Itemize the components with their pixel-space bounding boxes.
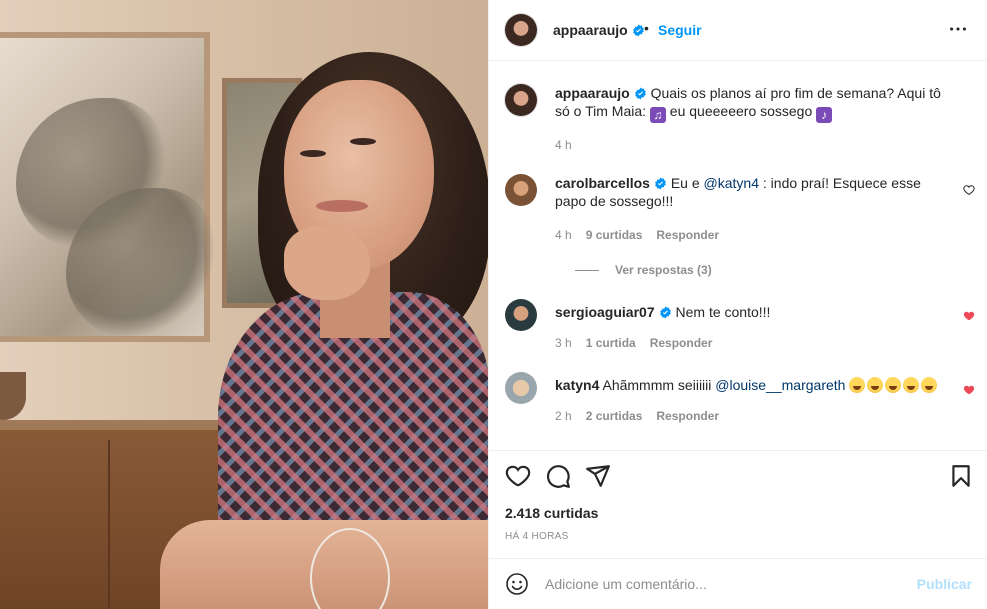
comment-time: 2 h bbox=[555, 409, 572, 423]
emoji-row bbox=[849, 377, 939, 393]
author-avatar[interactable] bbox=[505, 84, 537, 116]
commenter-avatar[interactable] bbox=[505, 372, 537, 404]
caption-time: 4 h bbox=[555, 138, 572, 152]
commenter-username[interactable]: sergioaguiar07 bbox=[555, 304, 655, 320]
reply-button[interactable]: Responder bbox=[656, 228, 719, 242]
post-timestamp: HÁ 4 HORAS bbox=[505, 531, 569, 542]
caption-body-tail: eu queeeeero sossego bbox=[665, 103, 817, 119]
comment-heart-icon[interactable] bbox=[963, 184, 975, 196]
more-icon[interactable] bbox=[947, 18, 969, 40]
view-replies-button[interactable]: Ver respostas (3) bbox=[575, 263, 712, 277]
heart-icon[interactable] bbox=[505, 463, 531, 489]
photo-eye bbox=[350, 138, 376, 145]
share-icon[interactable] bbox=[585, 463, 611, 489]
comment-item: carolbarcellos Eu e @katyn4 : indo praí!… bbox=[505, 174, 975, 277]
follow-button[interactable]: Seguir bbox=[658, 22, 702, 38]
comment-likes[interactable]: 9 curtidas bbox=[586, 228, 643, 242]
caption-text: appaaraujo Quais os planos aí pro fim de… bbox=[555, 84, 955, 123]
comment-time: 4 h bbox=[555, 228, 572, 242]
post-header: appaaraujo • Seguir bbox=[489, 0, 987, 61]
separator-dot: • bbox=[644, 20, 649, 36]
comment-icon[interactable] bbox=[545, 463, 571, 489]
music-note-icon: ♪ bbox=[816, 107, 833, 123]
verified-icon bbox=[655, 177, 666, 190]
verified-icon bbox=[634, 87, 646, 100]
publish-button[interactable]: Publicar bbox=[917, 576, 972, 592]
caption-username[interactable]: appaaraujo bbox=[555, 85, 630, 101]
comment-item: katyn4 Ahãmmmm seiiiiii @louise__margare… bbox=[505, 372, 975, 432]
emoji-icon[interactable] bbox=[505, 572, 529, 596]
reply-button[interactable]: Responder bbox=[656, 409, 719, 423]
comment-meta: 4 h 9 curtidas Responder bbox=[555, 228, 733, 242]
commenter-avatar[interactable] bbox=[505, 174, 537, 206]
photo-lips bbox=[316, 200, 368, 212]
comment-text: carolbarcellos Eu e @katyn4 : indo praí!… bbox=[555, 175, 921, 209]
like-count[interactable]: 2.418 curtidas bbox=[505, 505, 598, 521]
commenter-avatar[interactable] bbox=[505, 299, 537, 331]
photo-eye bbox=[300, 150, 326, 157]
comment-heart-icon[interactable] bbox=[963, 310, 975, 322]
caption-meta: 4 h bbox=[555, 138, 586, 152]
author-username[interactable]: appaaraujo bbox=[553, 22, 645, 38]
comment-text: sergioaguiar07 Nem te conto!!! bbox=[555, 304, 771, 320]
comment-likes[interactable]: 1 curtida bbox=[586, 336, 636, 350]
comment-meta: 3 h 1 curtida Responder bbox=[555, 336, 726, 350]
comment-time: 3 h bbox=[555, 336, 572, 350]
reply-button[interactable]: Responder bbox=[650, 336, 713, 350]
laughing-emoji-icon bbox=[903, 377, 920, 393]
comment-item: sergioaguiar07 Nem te conto!!! 3 h 1 curt… bbox=[505, 299, 975, 359]
photo-painting bbox=[0, 32, 216, 342]
bookmark-icon[interactable] bbox=[948, 463, 974, 489]
post-photo[interactable] bbox=[0, 0, 488, 609]
laughing-emoji-icon bbox=[867, 377, 884, 393]
add-comment-bar: Publicar bbox=[489, 558, 987, 609]
author-avatar[interactable] bbox=[505, 14, 537, 46]
photo-hand bbox=[284, 226, 370, 300]
mention-link[interactable]: @louise__margareth bbox=[715, 377, 845, 393]
comment-text: katyn4 Ahãmmmm seiiiiii @louise__margare… bbox=[555, 376, 965, 394]
comment-meta: 2 h 2 curtidas Responder bbox=[555, 409, 733, 423]
music-note-icon: ♫ bbox=[649, 107, 666, 123]
commenter-username[interactable]: katyn4 bbox=[555, 377, 599, 393]
comments-list[interactable]: appaaraujo Quais os planos aí pro fim de… bbox=[489, 62, 987, 450]
comment-input[interactable] bbox=[545, 571, 895, 597]
laughing-emoji-icon bbox=[885, 377, 902, 393]
laughing-emoji-icon bbox=[921, 377, 938, 393]
post-caption: appaaraujo Quais os planos aí pro fim de… bbox=[505, 84, 975, 164]
mention-link[interactable]: @katyn4 bbox=[704, 175, 759, 191]
verified-icon bbox=[659, 306, 671, 319]
comment-likes[interactable]: 2 curtidas bbox=[586, 409, 643, 423]
post-panel: appaaraujo • Seguir appaaraujo Quais os … bbox=[488, 0, 987, 609]
action-bar: 2.418 curtidas HÁ 4 HORAS bbox=[489, 450, 987, 558]
verified-icon bbox=[632, 24, 644, 37]
comment-heart-icon[interactable] bbox=[963, 384, 975, 396]
laughing-emoji-icon bbox=[849, 377, 866, 393]
commenter-username[interactable]: carolbarcellos bbox=[555, 175, 650, 191]
